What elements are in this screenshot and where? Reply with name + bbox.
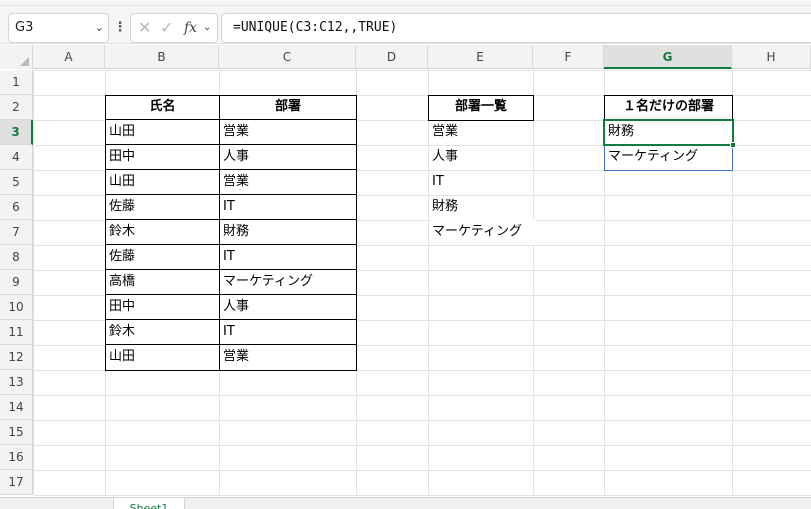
table-cell[interactable]: 佐藤 — [106, 245, 135, 270]
fx-icon[interactable]: fx — [184, 14, 197, 42]
dept-list-item[interactable]: 営業 — [429, 120, 458, 145]
table-cell[interactable]: 人事 — [220, 145, 249, 170]
row-header[interactable]: 12 — [0, 345, 33, 370]
dept-list-item[interactable]: 財務 — [429, 195, 458, 220]
table-cell[interactable]: 営業 — [220, 120, 249, 145]
name-box-value: G3 — [15, 20, 34, 35]
dept-list-item[interactable]: 人事 — [429, 145, 458, 170]
column-header[interactable]: H — [732, 45, 811, 69]
row-header[interactable]: 17 — [0, 470, 33, 495]
table-header-name[interactable]: 氏名 — [106, 95, 219, 120]
row-header[interactable]: 1 — [0, 70, 33, 95]
table-cell[interactable]: 山田 — [106, 170, 135, 195]
column-header[interactable]: C — [219, 45, 356, 69]
row-header[interactable]: 10 — [0, 295, 33, 320]
x-icon[interactable]: ✕ — [138, 14, 151, 42]
formula-buttons: ✕ ✓ fx ⌄ — [130, 13, 218, 43]
table-cell[interactable]: 田中 — [106, 145, 135, 170]
row-header[interactable]: 5 — [0, 170, 33, 195]
worksheet-grid: A B C D E F G H 1 2 3 4 5 6 7 8 9 10 11 … — [0, 45, 811, 509]
table-cell[interactable]: 山田 — [106, 345, 135, 370]
column-header[interactable]: D — [356, 45, 428, 69]
table-cell[interactable]: 鈴木 — [106, 220, 135, 245]
chevron-down-icon[interactable]: ⌄ — [95, 14, 104, 42]
row-header[interactable]: 16 — [0, 445, 33, 470]
dept-list-item[interactable]: IT — [429, 170, 444, 195]
more-options-icon[interactable]: ⋮ — [113, 14, 127, 42]
table-cell[interactable]: 財務 — [220, 220, 249, 245]
ribbon-edge — [0, 0, 811, 6]
column-header[interactable]: F — [533, 45, 604, 69]
row-header[interactable]: 9 — [0, 270, 33, 295]
gridline — [533, 70, 534, 509]
table-cell[interactable]: IT — [220, 195, 235, 220]
check-icon[interactable]: ✓ — [160, 14, 173, 42]
table-cell[interactable]: 営業 — [220, 170, 249, 195]
table-cell[interactable]: 高橋 — [106, 270, 135, 295]
column-headers: A B C D E F G H — [0, 45, 811, 69]
row-header[interactable]: 13 — [0, 370, 33, 395]
single-dept-item[interactable]: マーケティング — [605, 145, 698, 170]
table-header-dept[interactable]: 部署 — [220, 95, 356, 120]
name-box[interactable]: G3 ⌄ — [8, 13, 109, 43]
table-cell[interactable]: IT — [220, 245, 235, 270]
table-cell[interactable]: 佐藤 — [106, 195, 135, 220]
row-header[interactable]: 14 — [0, 395, 33, 420]
formula-bar: G3 ⌄ ⋮ ✕ ✓ fx ⌄ =UNIQUE(C3:C12,,TRUE) — [0, 0, 811, 44]
fill-handle[interactable] — [730, 142, 736, 148]
table-cell[interactable]: IT — [220, 320, 235, 345]
select-all-button[interactable] — [0, 45, 33, 69]
column-header[interactable]: A — [33, 45, 105, 69]
row-header[interactable]: 2 — [0, 95, 33, 120]
table-cell[interactable]: 鈴木 — [106, 320, 135, 345]
column-header[interactable]: E — [428, 45, 533, 69]
row-header-selected[interactable]: 3 — [0, 120, 33, 145]
dept-list-header[interactable]: 部署一覧 — [429, 95, 533, 120]
formula-input[interactable]: =UNIQUE(C3:C12,,TRUE) — [221, 13, 811, 43]
column-header[interactable]: B — [105, 45, 219, 69]
chevron-down-icon[interactable]: ⌄ — [203, 14, 211, 42]
table-cell[interactable]: 山田 — [106, 120, 135, 145]
sheet-tab-active[interactable]: Sheet1 — [113, 498, 185, 509]
table-cell[interactable]: 人事 — [220, 295, 249, 320]
row-header[interactable]: 6 — [0, 195, 33, 220]
table-cell[interactable]: 田中 — [106, 295, 135, 320]
row-header[interactable]: 4 — [0, 145, 33, 170]
table-cell[interactable]: 営業 — [220, 345, 249, 370]
row-header[interactable]: 8 — [0, 245, 33, 270]
sheet-tab-bar: Sheet1 — [0, 497, 811, 509]
active-cell-border — [603, 119, 734, 146]
single-dept-header[interactable]: １名だけの部署 — [605, 95, 732, 120]
row-header[interactable]: 7 — [0, 220, 33, 245]
dept-list-item[interactable]: マーケティング — [429, 220, 535, 245]
row-header[interactable]: 11 — [0, 320, 33, 345]
row-header[interactable]: 15 — [0, 420, 33, 445]
column-header-selected[interactable]: G — [604, 45, 732, 69]
table-cell[interactable]: マーケティング — [220, 270, 313, 295]
